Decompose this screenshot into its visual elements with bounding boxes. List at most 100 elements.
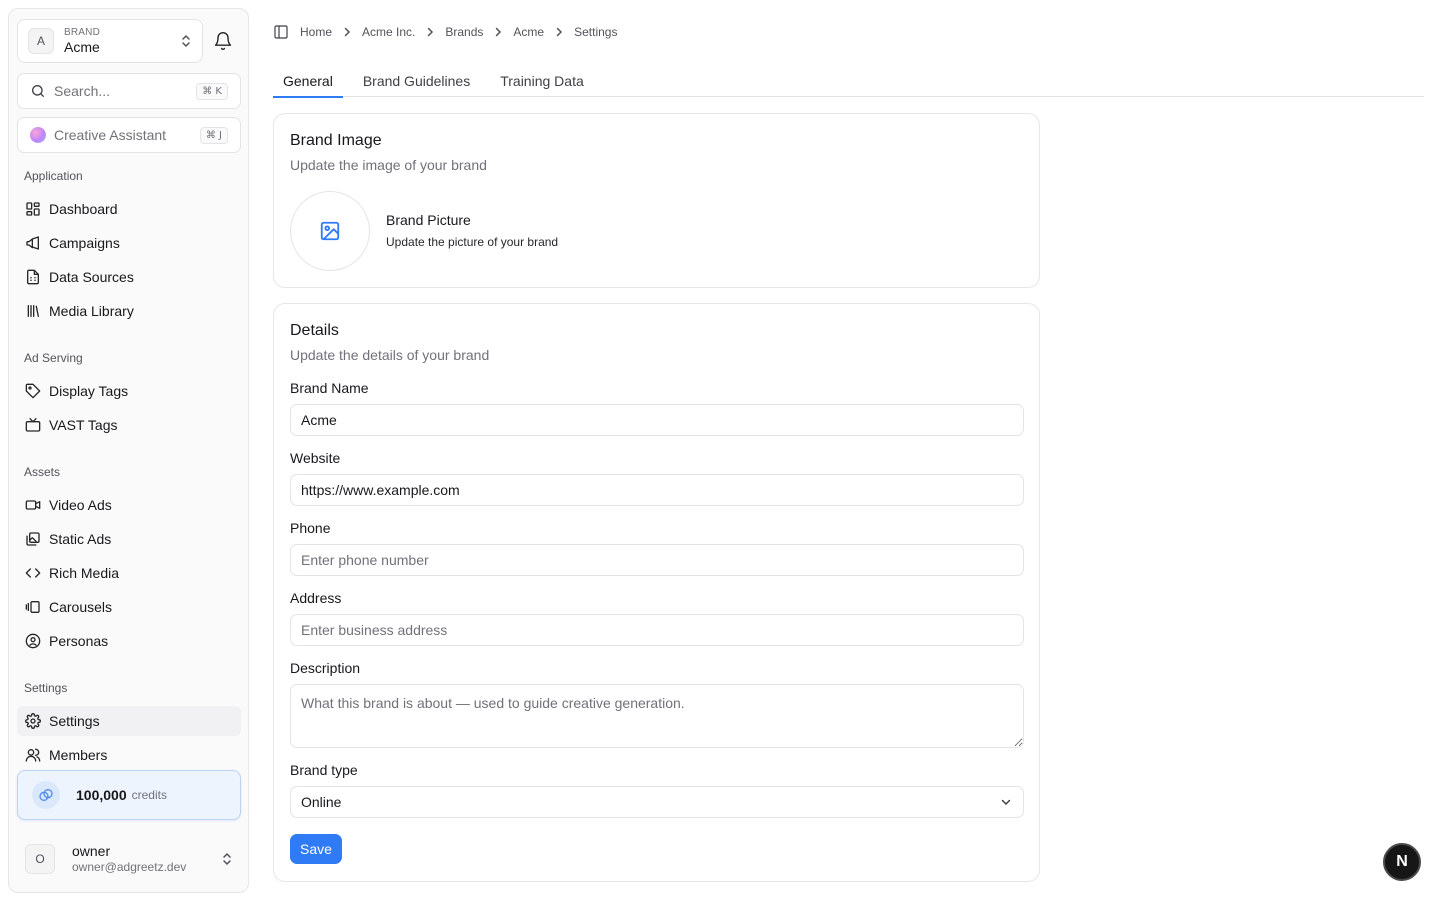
gallery-icon [25, 601, 40, 613]
breadcrumb: Home Acme Inc. Brands Acme Settings [273, 22, 617, 42]
chevron-right-icon [496, 27, 502, 37]
tab-general[interactable]: General [273, 64, 343, 98]
sidebar-item-members[interactable]: Members [17, 740, 241, 770]
creative-assistant-button[interactable]: Creative Assistant ⌘ J [17, 117, 241, 153]
brand-type-value: Online [301, 794, 342, 810]
user-email: owner@adgreetz.dev [72, 860, 187, 875]
website-label: Website [290, 450, 341, 466]
sidebar-item-media-library[interactable]: Media Library [17, 296, 241, 326]
card-title: Brand Image [290, 132, 382, 149]
sidebar-item-vast-tags[interactable]: VAST Tags [17, 410, 241, 440]
brand-switcher[interactable]: A BRAND Acme [17, 19, 203, 63]
chevrons-up-down-icon [182, 35, 190, 47]
user-menu[interactable]: O owner owner@adgreetz.dev [17, 836, 241, 882]
sidebar-item-dashboard[interactable]: Dashboard [17, 194, 241, 224]
sidebar-item-label: Members [49, 747, 108, 763]
sidebar-item-label: Settings [49, 713, 100, 729]
sidebar-item-static-ads[interactable]: Static Ads [17, 524, 241, 554]
bell-icon[interactable] [213, 31, 233, 51]
tab-training-data[interactable]: Training Data [490, 64, 594, 97]
brand-type-select[interactable]: Online [290, 786, 1024, 818]
chevron-right-icon [344, 27, 351, 37]
group-label-application: Application [24, 169, 83, 183]
chevron-down-icon [1001, 799, 1011, 806]
save-button[interactable]: Save [290, 834, 342, 864]
group-label-ad-serving: Ad Serving [24, 351, 83, 365]
library-icon [27, 305, 39, 317]
sidebar-toggle-icon[interactable] [273, 24, 289, 40]
chevron-right-icon [556, 27, 563, 37]
search-shortcut: ⌘ K [196, 82, 228, 100]
credits-card[interactable]: 100,000 credits [17, 770, 241, 820]
card-subtitle: Update the image of your brand [290, 157, 487, 173]
brand-avatar: A [28, 28, 54, 54]
sidebar-item-settings[interactable]: Settings [17, 706, 241, 736]
sidebar-item-rich-media[interactable]: Rich Media [17, 558, 241, 588]
brand-image-card: Brand Image Update the image of your bra… [273, 113, 1040, 288]
tag-icon [25, 383, 41, 399]
sidebar-item-video-ads[interactable]: Video Ads [17, 490, 241, 520]
website-input[interactable] [290, 474, 1024, 506]
sidebar-item-label: Static Ads [49, 531, 112, 547]
credits-unit: credits [131, 788, 167, 802]
address-label: Address [290, 590, 342, 606]
sidebar-item-label: Rich Media [49, 565, 120, 581]
assistant-shortcut: ⌘ J [199, 126, 228, 144]
sidebar-item-label: Video Ads [49, 497, 112, 513]
video-icon [25, 500, 41, 510]
sidebar-item-data-sources[interactable]: Data Sources [17, 262, 241, 292]
brand-name: Acme [64, 38, 100, 55]
dev-tools-badge[interactable]: N [1383, 843, 1421, 881]
card-title: Details [290, 322, 339, 339]
sidebar-item-personas[interactable]: Personas [17, 626, 241, 656]
breadcrumb-home[interactable]: Home [300, 25, 332, 39]
gear-icon [25, 713, 41, 729]
sidebar-item-label: VAST Tags [49, 417, 118, 433]
breadcrumb-org[interactable]: Acme Inc. [362, 25, 415, 39]
search-placeholder: Search... [54, 83, 111, 99]
sidebar-item-display-tags[interactable]: Display Tags [17, 376, 241, 406]
brand-type-label: Brand type [290, 762, 358, 778]
sidebar-item-label: Personas [49, 633, 109, 649]
search-icon [32, 85, 44, 97]
sidebar-item-label: Display Tags [49, 383, 129, 399]
chevron-right-icon [428, 27, 434, 37]
search-input[interactable]: Search... ⌘ K [17, 73, 241, 109]
images-icon [26, 532, 40, 546]
brand-name-label: Brand Name [290, 380, 369, 396]
group-label-settings: Settings [24, 681, 68, 695]
brand-picture-title: Brand Picture [386, 212, 471, 228]
tab-bar: General Brand Guidelines Training Data [273, 64, 1424, 98]
coins-icon [32, 781, 60, 809]
sidebar: A BRAND Acme Search... ⌘ K Creative Assi… [8, 8, 249, 893]
breadcrumb-brands[interactable]: Brands [445, 25, 483, 39]
file-spreadsheet-icon [27, 269, 39, 285]
phone-input[interactable] [290, 544, 1024, 576]
breadcrumb-brand[interactable]: Acme [513, 25, 544, 39]
sidebar-item-label: Campaigns [49, 235, 120, 251]
assistant-orb-icon [30, 127, 46, 143]
tv-icon [25, 417, 41, 432]
sidebar-item-label: Dashboard [49, 201, 118, 217]
phone-label: Phone [290, 520, 331, 536]
code-icon [25, 568, 41, 578]
avatar: O [25, 844, 55, 874]
sidebar-item-label: Media Library [49, 303, 134, 319]
sidebar-item-campaigns[interactable]: Campaigns [17, 228, 241, 258]
brand-picture-upload[interactable] [290, 191, 370, 271]
brand-name-input[interactable] [290, 404, 1024, 436]
breadcrumb-current: Settings [574, 25, 618, 39]
sidebar-item-label: Data Sources [49, 269, 134, 285]
image-icon [320, 221, 340, 241]
user-name: owner [72, 843, 111, 860]
user-circle-icon [25, 633, 41, 649]
tab-brand-guidelines[interactable]: Brand Guidelines [353, 64, 480, 97]
address-input[interactable] [290, 614, 1024, 646]
sidebar-item-carousels[interactable]: Carousels [17, 592, 241, 622]
description-label: Description [290, 660, 361, 676]
brand-eyebrow: BRAND [64, 27, 101, 39]
users-icon [25, 748, 41, 762]
description-textarea[interactable] [290, 684, 1024, 748]
group-label-assets: Assets [24, 465, 61, 479]
credits-amount: 100,000 [76, 787, 127, 803]
